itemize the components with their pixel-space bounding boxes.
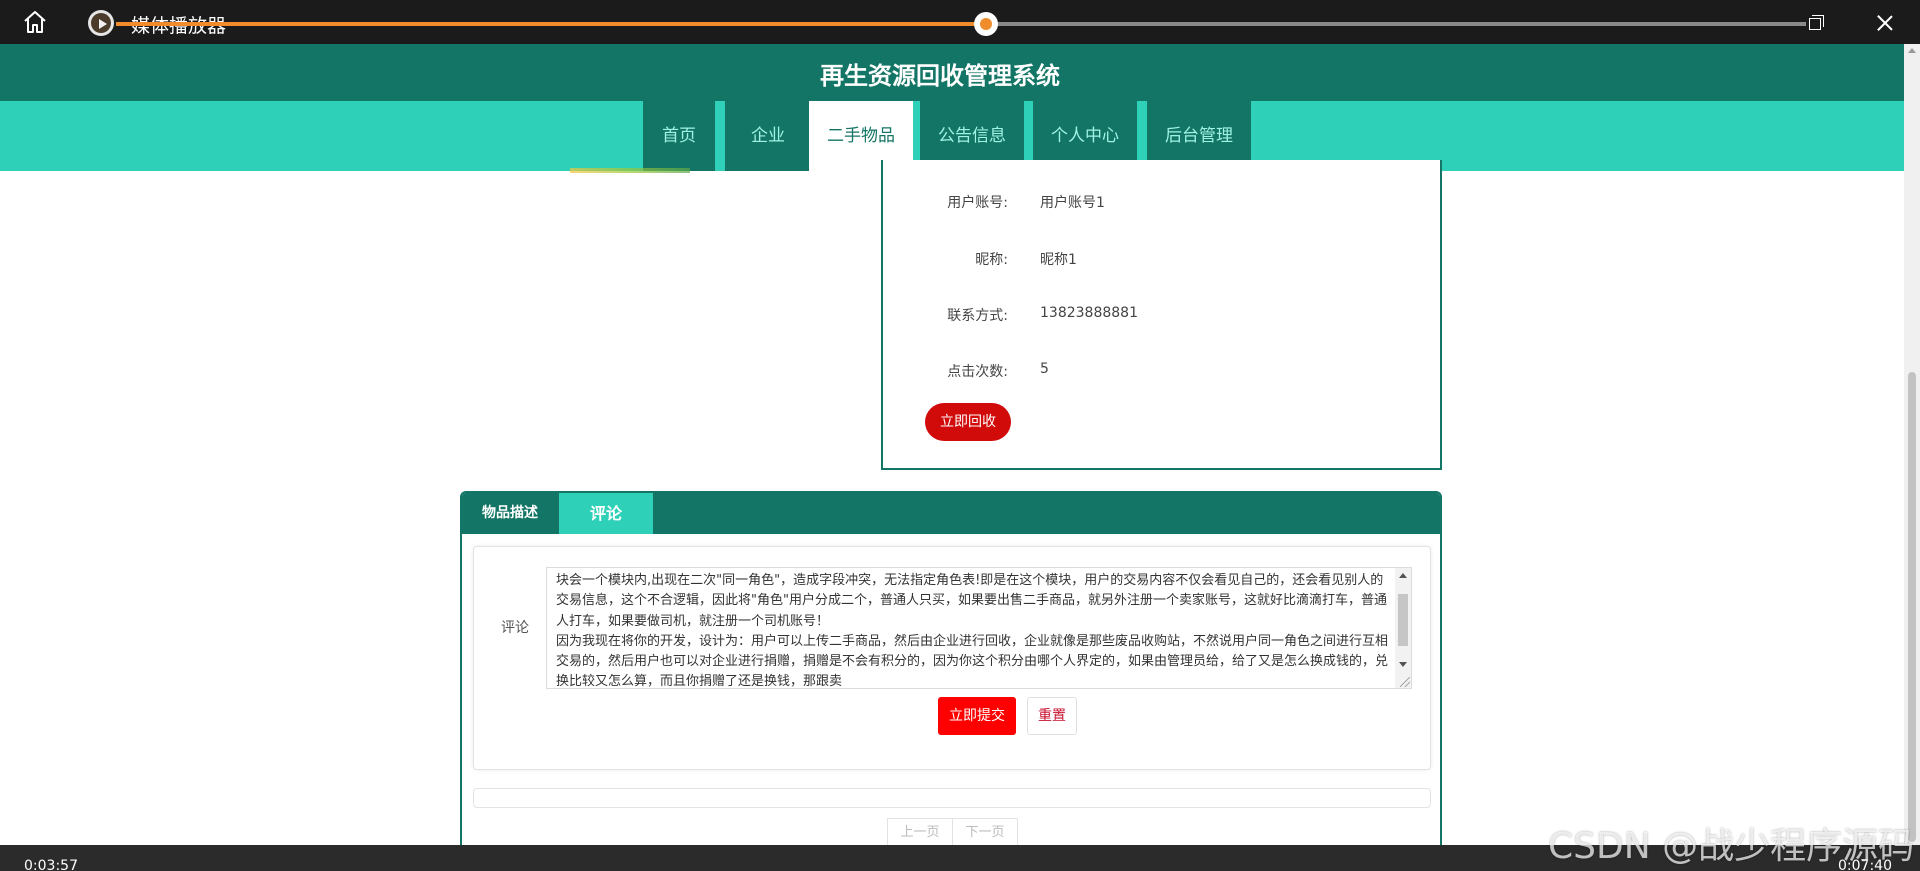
comment-textarea-value[interactable]: 块会一个模块内,出现在二次"同一角色"，造成字段冲突，无法指定角色表!即是在这个… <box>556 571 1391 688</box>
seek-bar-thumb[interactable] <box>974 12 998 36</box>
watermark: CSDN @战少程序源码 <box>1548 826 1915 867</box>
comment-textarea[interactable]: 块会一个模块内,出现在二次"同一角色"，造成字段冲突，无法指定角色表!即是在这个… <box>546 567 1412 689</box>
nav-home[interactable]: 首页 <box>643 101 715 171</box>
info-label-clicks: 点击次数: <box>947 364 1008 380</box>
info-value-clicks: 5 <box>1040 361 1049 377</box>
tab-item-description[interactable]: 物品描述 <box>462 493 558 534</box>
current-time: 0:03:57 <box>24 858 78 871</box>
item-info-box: 用户账号: 用户账号1 昵称: 昵称1 联系方式: 13823888881 点击… <box>881 160 1442 470</box>
reset-button[interactable]: 重置 <box>1027 697 1077 735</box>
tab-comments[interactable]: 评论 <box>559 493 653 534</box>
nav-enterprise[interactable]: 企业 <box>725 101 811 171</box>
textarea-scrollbar-thumb[interactable] <box>1398 594 1408 646</box>
site-header: 再生资源回收管理系统 <box>0 44 1904 101</box>
comment-list <box>473 788 1431 808</box>
submit-comment-button[interactable]: 立即提交 <box>938 697 1016 735</box>
restore-icon <box>1809 18 1821 30</box>
comment-label: 评论 <box>501 620 529 636</box>
product-image-edge <box>570 168 690 173</box>
tabs-header: 物品描述 评论 <box>462 493 1440 534</box>
info-value-account: 用户账号1 <box>1040 195 1105 211</box>
prev-page-button[interactable]: 上一页 <box>887 818 953 848</box>
scroll-up-icon[interactable] <box>1908 48 1916 53</box>
home-icon[interactable] <box>22 10 48 34</box>
info-label-account: 用户账号: <box>947 195 1008 211</box>
info-label-nickname: 昵称: <box>975 252 1008 268</box>
next-page-button[interactable]: 下一页 <box>952 818 1018 848</box>
info-value-nickname: 昵称1 <box>1040 252 1077 268</box>
page-scrollbar-thumb[interactable] <box>1908 372 1916 842</box>
seek-bar-played <box>116 22 986 26</box>
info-label-contact: 联系方式: <box>947 308 1008 324</box>
textarea-scrollbar[interactable] <box>1395 568 1411 688</box>
info-value-contact: 13823888881 <box>1040 305 1138 321</box>
site-title: 再生资源回收管理系统 <box>820 62 1060 90</box>
recycle-now-button[interactable]: 立即回收 <box>925 403 1011 441</box>
resize-grip-icon[interactable] <box>1400 677 1410 687</box>
scroll-down-icon[interactable] <box>1399 662 1407 667</box>
detail-tabs-panel: 物品描述 评论 评论 块会一个模块内,出现在二次"同一角色"，造成字段冲突，无法… <box>460 491 1442 871</box>
screen: 媒体播放器 再生资源回收管理系统 首页 企业 二手物品 公告信息 个人中心 后台… <box>0 0 1920 871</box>
scroll-up-icon[interactable] <box>1399 573 1407 578</box>
close-button[interactable] <box>1856 0 1916 44</box>
comment-form: 评论 块会一个模块内,出现在二次"同一角色"，造成字段冲突，无法指定角色表!即是… <box>473 546 1431 770</box>
media-player-icon <box>88 10 114 36</box>
